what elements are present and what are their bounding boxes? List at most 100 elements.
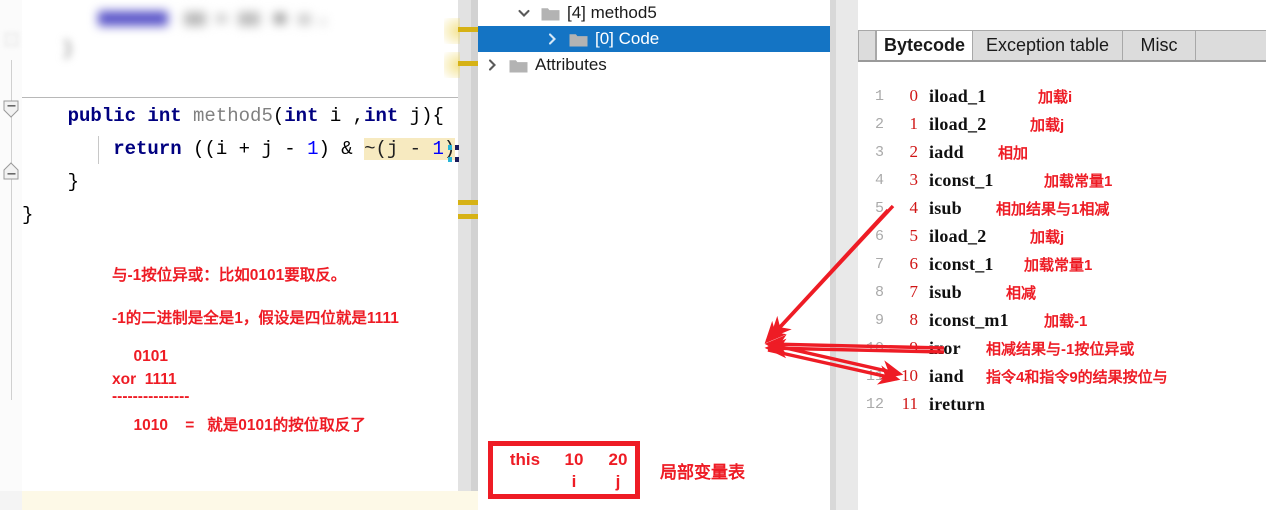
bytecode-row[interactable]: 5 4 isub 相加结果与1相减: [858, 194, 1266, 222]
code-text[interactable]: public int method5(int i ,int j){ return…: [22, 100, 478, 232]
lv-name-j: j: [615, 472, 621, 491]
tree-row-4method5[interactable]: [4] method5: [478, 0, 830, 26]
lv-cell-20: 20: [608, 450, 628, 469]
annotation-line-6: 1010 = 就是0101的按位取反了: [112, 417, 366, 434]
tree-row-attributes[interactable]: Attributes: [478, 52, 830, 78]
annotation-line-5: ---------------: [112, 388, 190, 405]
bytecode-mnemonic: ixor: [929, 337, 961, 358]
code-token: method5: [193, 105, 273, 127]
bytecode-note: 相减: [1006, 284, 1037, 302]
bytecode-note: 相减结果与-1按位异或: [986, 340, 1135, 358]
bytecode-note: 指令4和指令9的结果按位与: [986, 368, 1168, 386]
bytecode-row[interactable]: 3 2 iadd 相加: [858, 138, 1266, 166]
change-marker-4[interactable]: [458, 214, 478, 219]
tab-stub[interactable]: [858, 30, 876, 61]
annotation-line-1: 与-1按位异或：比如0101要取反。: [112, 267, 347, 284]
local-variable-row-values: this 10 20: [493, 450, 645, 470]
code-token: ~(j -: [364, 138, 433, 160]
tree-row-label: Attributes: [535, 55, 607, 74]
bytecode-note: 加载-1: [1044, 312, 1088, 330]
bytecode-row[interactable]: 2 1 iload_2 加载j: [858, 110, 1266, 138]
bytecode-offset: 1: [909, 114, 919, 133]
fold-marker-icon-2[interactable]: [2, 162, 21, 181]
bytecode-mnemonic: iadd: [929, 141, 964, 162]
code-token: i ,: [329, 105, 365, 127]
blurred-brace: }: [62, 38, 74, 60]
bytecode-row[interactable]: 12 11 ireturn: [858, 390, 1266, 418]
bytecode-offset: 7: [909, 282, 919, 301]
local-variable-table-label: 局部变量表: [660, 463, 745, 482]
fold-marker-icon-blurred: [2, 30, 21, 49]
indent-guide: [98, 136, 99, 164]
tabstrip-underline: [858, 60, 1266, 62]
code-line: public int method5(int i ,int j){: [22, 100, 478, 133]
bottom-gutter-strip: [0, 491, 22, 510]
bytecode-note: 相加: [998, 144, 1029, 162]
bytecode-note: 加载j: [1030, 228, 1065, 246]
bytecode-line-number: 11: [865, 367, 884, 385]
bytecode-row[interactable]: 6 5 iload_2 加载j: [858, 222, 1266, 250]
chevron-right-icon[interactable]: [484, 57, 500, 73]
bytecode-offset: 2: [909, 142, 919, 161]
tab-misc[interactable]: Misc: [1122, 30, 1196, 61]
bytecode-line-number: 10: [865, 339, 884, 357]
lv-cell-10: 10: [564, 450, 584, 469]
structure-tree-pane[interactable]: [4] method5 [0] Code Attributes: [478, 0, 830, 510]
local-variable-table-box: this 10 20 i j: [488, 441, 640, 499]
code-token: ) &: [318, 138, 365, 160]
bytecode-offset: 4: [909, 198, 919, 217]
bytecode-line-number: 2: [874, 115, 884, 133]
bytecode-row[interactable]: 9 8 iconst_m1 加载-1: [858, 306, 1266, 334]
bytecode-line-number: 6: [874, 227, 884, 245]
tab-bytecode[interactable]: Bytecode: [876, 30, 973, 61]
fold-marker-icon[interactable]: [2, 100, 21, 119]
bytecode-tabstrip[interactable]: Bytecode Exception table Misc: [858, 30, 1266, 61]
bytecode-offset: 10: [901, 366, 918, 385]
bytecode-row[interactable]: 4 3 iconst_1 加载常量1: [858, 166, 1266, 194]
bytecode-row[interactable]: 1 0 iload_1 加载i: [858, 82, 1266, 110]
code-token: }: [22, 204, 34, 226]
bytecode-mnemonic: isub: [929, 281, 962, 302]
bytecode-line-number: 8: [874, 283, 884, 301]
change-marker-1[interactable]: [458, 27, 478, 32]
bytecode-note: 加载常量1: [1024, 256, 1093, 274]
bytecode-mnemonic: iload_2: [929, 225, 987, 246]
bytecode-mnemonic: iand: [929, 365, 964, 386]
bytecode-line-number: 1: [874, 87, 884, 105]
tree-row-label: [4] method5: [567, 3, 657, 22]
bytecode-mnemonic: ireturn: [929, 393, 986, 414]
tabstrip-filler: [1195, 30, 1266, 61]
folder-icon: [509, 58, 528, 73]
bytecode-row[interactable]: 11 10 iand 指令4和指令9的结果按位与: [858, 362, 1266, 390]
editor-scrollbar[interactable]: [471, 0, 478, 491]
code-token: 1: [307, 138, 319, 160]
bytecode-row[interactable]: 7 6 iconst_1 加载常量1: [858, 250, 1266, 278]
bytecode-pane[interactable]: Bytecode Exception table Misc 1 0 iload_1 加载i…: [858, 0, 1266, 510]
bytecode-offset: 8: [909, 310, 919, 329]
annotation-line-2: -1的二进制是全是1，假设是四位就是1111: [112, 310, 399, 327]
change-marker-2[interactable]: [458, 61, 478, 66]
tree-row-label: [0] Code: [595, 29, 660, 48]
bytecode-row[interactable]: 10 9 ixor 相减结果与-1按位异或: [858, 334, 1266, 362]
lv-cell-this: this: [509, 450, 541, 469]
bytecode-offset: 11: [901, 394, 918, 413]
screenshot-root: } public int method5(int i ,int j){ retu…: [0, 0, 1266, 510]
chevron-right-icon[interactable]: [544, 31, 560, 47]
tree-row-0code[interactable]: [0] Code: [478, 26, 830, 52]
change-marker-3[interactable]: [458, 200, 478, 205]
bytecode-offset: 5: [909, 226, 919, 245]
bytecode-row[interactable]: 8 7 isub 相减: [858, 278, 1266, 306]
tab-exception-table[interactable]: Exception table: [972, 30, 1123, 61]
panel-divider[interactable]: [830, 0, 836, 510]
code-line: }: [22, 199, 478, 232]
editor-bottom-highlight-strip: [22, 491, 478, 510]
bytecode-mnemonic: iconst_1: [929, 169, 994, 190]
code-token: ((i + j -: [181, 138, 308, 160]
bytecode-mnemonic: iload_1: [929, 85, 987, 106]
code-token: ){: [421, 105, 444, 127]
chevron-down-icon[interactable]: [516, 5, 532, 21]
bytecode-mnemonic: isub: [929, 197, 962, 218]
annotation-line-4: xor 1111: [112, 371, 177, 388]
bytecode-mnemonic: iconst_1: [929, 253, 994, 274]
